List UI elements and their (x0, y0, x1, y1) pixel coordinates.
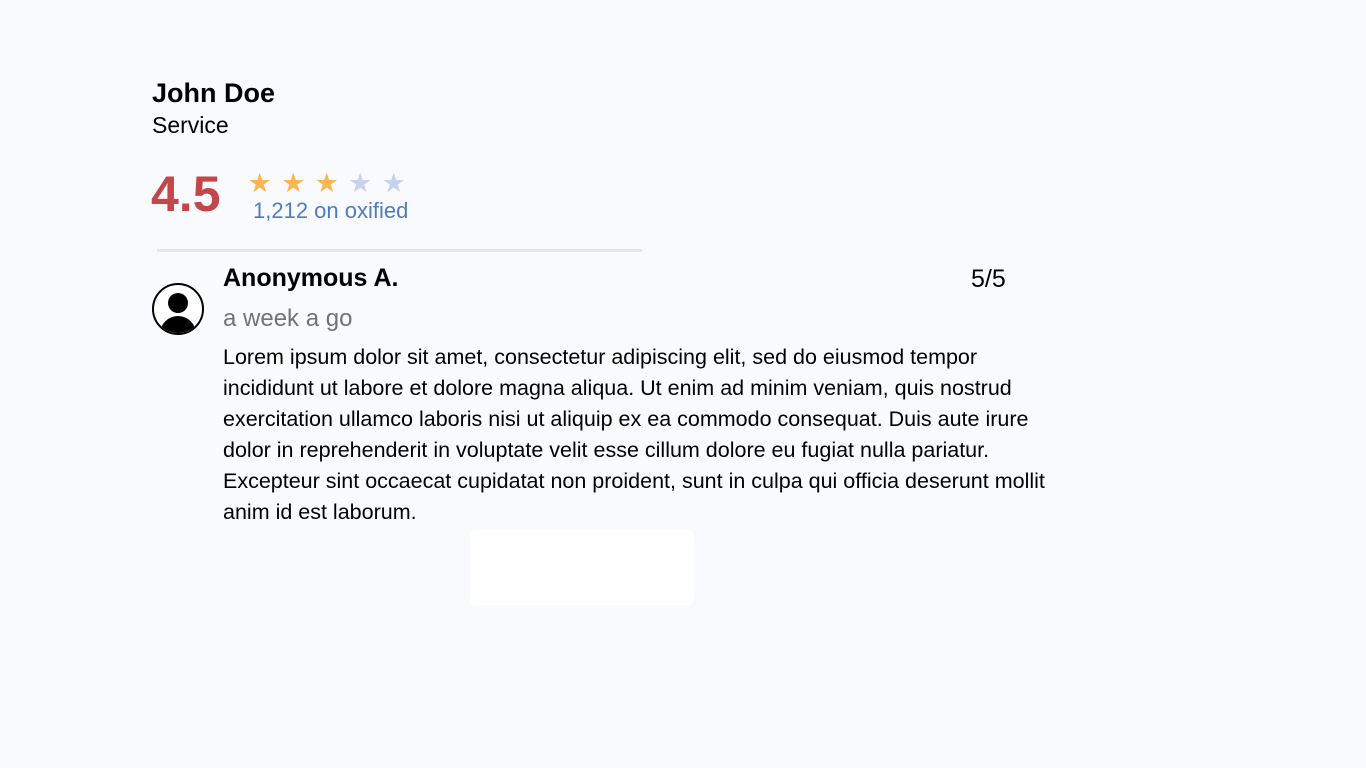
rating-score: 4.5 (151, 166, 221, 222)
blank-panel (470, 530, 694, 605)
star-icon: ★ (247, 168, 272, 198)
star-icon: ★ (314, 168, 339, 198)
reviewer-name: Anonymous A. (223, 264, 399, 292)
review-score: 5/5 (971, 265, 1006, 293)
provider-name: John Doe (152, 78, 276, 108)
review-timestamp: a week a go (223, 305, 353, 332)
star-icon: ★ (348, 168, 373, 198)
avatar-body (160, 316, 196, 333)
rating-count-link[interactable]: 1,212 on oxified (253, 197, 408, 225)
star-icon: ★ (381, 168, 406, 198)
avatar-head (168, 293, 188, 313)
star-icon: ★ (281, 168, 306, 198)
user-avatar-icon (152, 283, 204, 335)
review-text: Lorem ipsum dolor sit amet, consectetur … (223, 345, 1045, 524)
divider (157, 249, 642, 252)
star-rating: ★ ★ ★ ★ ★ (243, 167, 411, 199)
provider-category: Service (152, 112, 229, 138)
